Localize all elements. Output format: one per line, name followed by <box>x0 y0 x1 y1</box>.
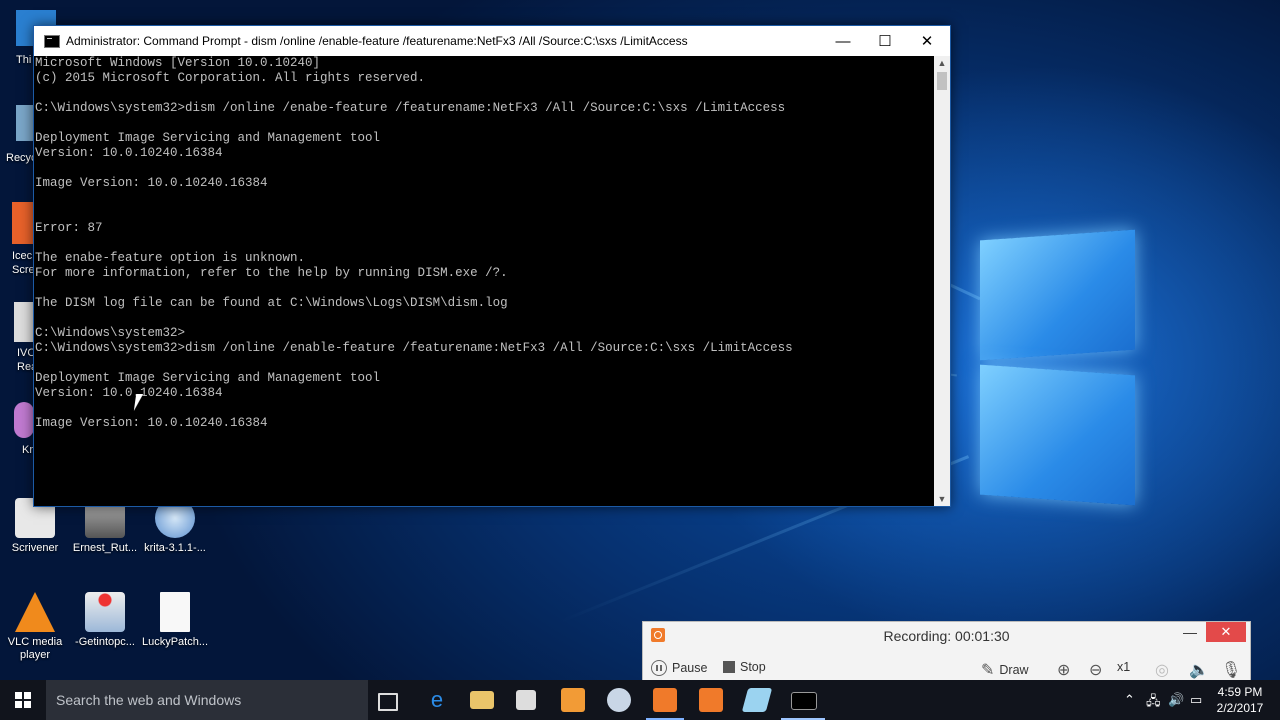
icecream-label-1: Icec <box>12 250 33 262</box>
command-prompt-taskbar-icon[interactable] <box>791 692 817 710</box>
edge-browser-icon[interactable]: e <box>425 688 449 712</box>
network-icon[interactable]: 🖧 <box>1146 692 1161 714</box>
window-title: Administrator: Command Prompt - dism /on… <box>66 34 688 48</box>
action-center-icon[interactable]: ▭ <box>1190 692 1202 708</box>
vertical-scrollbar[interactable]: ▲ ▼ <box>934 56 950 506</box>
app-joystick-icon[interactable] <box>607 688 631 712</box>
task-view-icon[interactable] <box>378 693 398 711</box>
title-bar[interactable]: Administrator: Command Prompt - dism /on… <box>34 26 950 56</box>
blank-file-icon <box>160 592 190 632</box>
scroll-up-icon[interactable]: ▲ <box>934 56 950 70</box>
desktop-icon-getintopc[interactable]: -Getintopc... <box>70 592 140 649</box>
clock-date: 2/2/2017 <box>1216 701 1264 715</box>
chevron-up-icon[interactable]: ⌃ <box>1124 692 1135 708</box>
stop-icon <box>723 661 735 673</box>
stop-button[interactable]: Stop <box>723 660 766 674</box>
search-box[interactable]: Search the web and Windows <box>46 680 368 720</box>
desktop-icon-label: Ernest_Rut... <box>72 542 138 554</box>
zoom-in-button[interactable]: ⊕ <box>1057 660 1070 680</box>
vlc-cone-icon <box>15 592 55 632</box>
file-explorer-icon[interactable] <box>470 691 494 709</box>
microphone-button[interactable]: 🎙 <box>1221 660 1241 680</box>
scroll-down-icon[interactable]: ▼ <box>934 492 950 506</box>
command-prompt-window[interactable]: Administrator: Command Prompt - dism /on… <box>33 25 951 507</box>
desktop-icon-label: -Getintopc... <box>75 636 135 648</box>
app-orange-icon[interactable] <box>561 688 585 712</box>
desktop-icon-vlc[interactable]: VLC media player <box>0 592 70 662</box>
joystick-icon <box>85 592 125 632</box>
maximize-button[interactable]: ☐ <box>862 26 908 56</box>
this-pc-label: Thi <box>16 54 32 66</box>
icecream-label-2: Scre <box>12 264 35 276</box>
recycle-bin-label: Recyc <box>6 152 37 164</box>
scroll-thumb[interactable] <box>937 72 947 90</box>
zoom-out-icon: ⊖ <box>1089 662 1103 679</box>
webcam-button[interactable]: ◎ <box>1155 660 1169 680</box>
cmd-icon <box>44 34 60 48</box>
windows-logo-wallpaper <box>950 215 1140 515</box>
windows-logo-icon <box>15 692 31 708</box>
recorder-taskbar-icon-2[interactable] <box>699 688 723 712</box>
desktop-icon-label: krita-3.1.1-... <box>144 542 206 554</box>
zoom-level: x1 <box>1117 660 1131 674</box>
pencil-icon: ✎ <box>981 662 995 679</box>
pause-icon <box>651 660 667 676</box>
speaker-icon: 🔈 <box>1189 662 1209 679</box>
desktop-icon-label: LuckyPatch... <box>141 636 209 648</box>
kr-icon[interactable] <box>14 402 34 438</box>
recorder-close-button[interactable]: ✕ <box>1206 622 1246 642</box>
stop-label: Stop <box>740 660 766 674</box>
draw-button[interactable]: ✎ Draw <box>981 660 1029 680</box>
recorder-minimize-button[interactable]: — <box>1180 624 1200 642</box>
app-pen-icon[interactable] <box>741 688 773 712</box>
desktop-icon-label: Scrivener <box>11 542 59 554</box>
desktop-icon-label: VLC media player <box>7 636 63 661</box>
close-button[interactable]: ✕ <box>904 26 950 56</box>
recorder-taskbar-icon[interactable] <box>653 688 677 712</box>
clock[interactable]: 4:59 PM 2/2/2017 <box>1210 684 1270 716</box>
store-icon[interactable] <box>516 690 536 710</box>
webcam-icon: ◎ <box>1155 662 1169 679</box>
screen-recorder-panel[interactable]: Recording: 00:01:30 — ✕ Pause Stop ✎ Dra… <box>642 621 1251 685</box>
start-button[interactable] <box>0 680 46 720</box>
mouse-cursor-icon <box>133 394 151 411</box>
zoom-in-icon: ⊕ <box>1057 662 1071 679</box>
pause-label: Pause <box>672 661 708 675</box>
draw-label: Draw <box>999 663 1029 677</box>
pause-button[interactable]: Pause <box>651 660 707 676</box>
clock-time: 4:59 PM <box>1217 685 1263 699</box>
desktop-icon-luckypatch[interactable]: LuckyPatch... <box>140 592 210 649</box>
zoom-out-button[interactable]: ⊖ <box>1089 660 1102 680</box>
minimize-button[interactable]: — <box>820 26 866 56</box>
ivc-icon[interactable] <box>14 302 34 342</box>
recording-status: Recording: 00:01:30 <box>883 628 1010 644</box>
kr-label: Kr <box>22 444 33 456</box>
microphone-icon: 🎙 <box>1221 662 1242 679</box>
speaker-button[interactable]: 🔈 <box>1189 660 1209 680</box>
volume-icon[interactable]: 🔊 <box>1168 692 1184 708</box>
icecream-icon[interactable] <box>12 202 34 244</box>
taskbar: Search the web and Windows e ⌃ 🖧 🔊 ▭ 4:5… <box>0 680 1280 720</box>
console-output[interactable]: Microsoft Windows [Version 10.0.10240] (… <box>34 56 935 506</box>
